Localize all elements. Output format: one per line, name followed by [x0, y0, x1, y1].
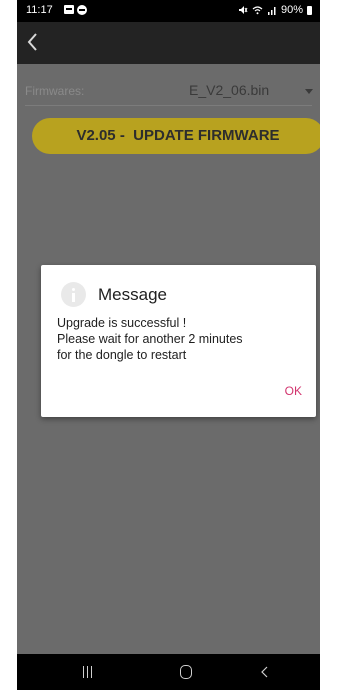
recents-icon[interactable]	[82, 666, 94, 678]
phone-screen: 11:17 90% Firmwares: E_V2_06.bin V2.05 -…	[17, 0, 320, 690]
message-notification-icon	[77, 5, 87, 15]
home-icon[interactable]	[180, 665, 192, 679]
message-dialog: Message Upgrade is successful ! Please w…	[41, 265, 316, 417]
dialog-message: Upgrade is successful ! Please wait for …	[57, 315, 307, 363]
update-firmware-button[interactable]: V2.05 - UPDATE FIRMWARE	[32, 118, 320, 154]
notification-icons	[64, 5, 87, 15]
arrow-back-icon[interactable]	[23, 30, 45, 54]
wifi-icon	[252, 6, 263, 15]
dialog-title: Message	[98, 285, 167, 304]
caret-down-icon[interactable]	[305, 89, 313, 94]
battery-percentage: 90%	[280, 4, 303, 16]
nav-back-icon[interactable]	[260, 665, 270, 679]
mute-icon	[238, 6, 248, 14]
status-bar: 11:17 90%	[17, 0, 320, 22]
firmwares-label: Firmwares:	[25, 84, 85, 98]
signal-icon	[267, 7, 276, 15]
status-time: 11:17	[26, 4, 53, 16]
gallery-notification-icon	[64, 5, 74, 14]
info-icon	[61, 282, 86, 307]
dialog-message-line: Upgrade is successful !	[57, 316, 187, 330]
firmware-dropdown[interactable]: E_V2_06.bin	[189, 82, 269, 98]
battery-icon	[307, 5, 312, 15]
status-right: 90%	[238, 4, 312, 16]
app-bar	[17, 22, 320, 64]
navigation-bar	[17, 654, 320, 690]
dropdown-underline	[25, 105, 312, 106]
dialog-message-line: for the dongle to restart	[57, 348, 187, 362]
ok-button[interactable]: OK	[285, 384, 302, 398]
dialog-message-line: Please wait for another 2 minutes	[57, 332, 243, 346]
